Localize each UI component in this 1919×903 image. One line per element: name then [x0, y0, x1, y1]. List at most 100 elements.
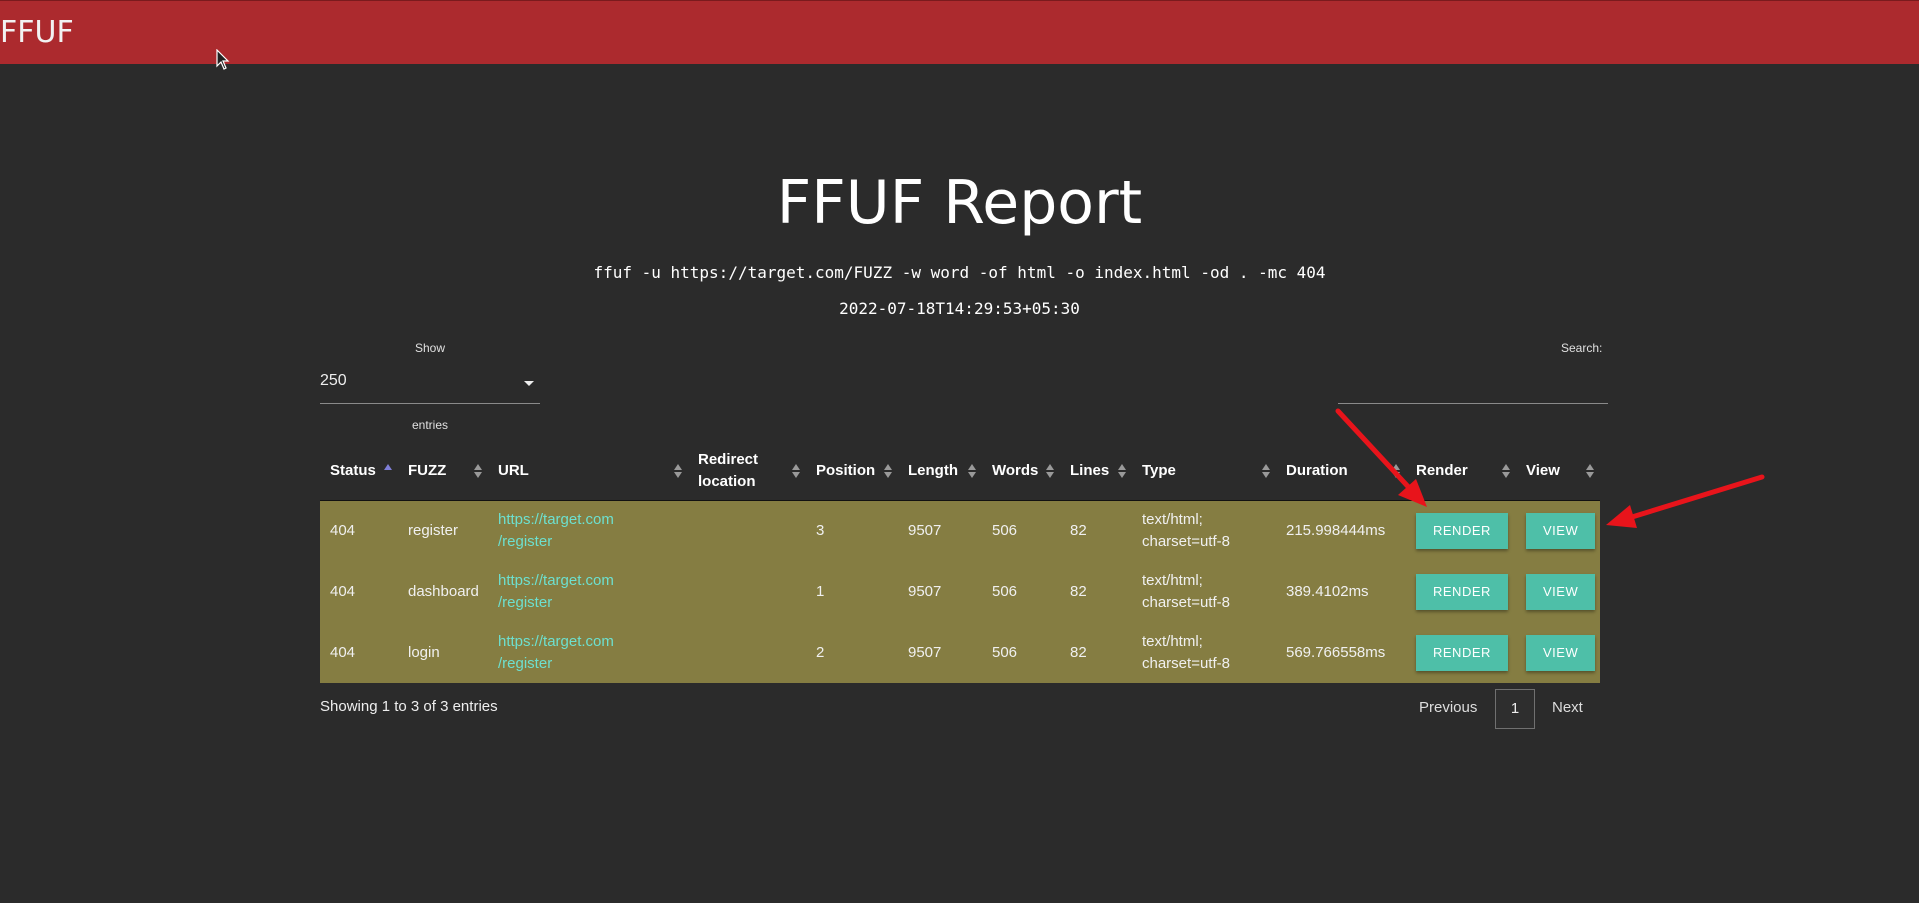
column-header-label: Position — [816, 461, 876, 479]
table-row: 404 dashboard https://target.com/registe… — [320, 561, 1600, 622]
sort-asc-icon — [384, 463, 392, 479]
cell-redirect — [688, 622, 806, 683]
cell-render: RENDER — [1406, 500, 1516, 561]
url-host: https://target.com — [498, 571, 614, 589]
cell-render: RENDER — [1406, 561, 1516, 622]
cell-redirect — [688, 500, 806, 561]
page-1-button[interactable]: 1 — [1495, 689, 1535, 729]
column-header-url[interactable]: URL — [488, 442, 688, 501]
column-header-length[interactable]: Length — [898, 442, 982, 501]
table-row: 404 login https://target.com/register 2 … — [320, 622, 1600, 683]
column-header-lines[interactable]: Lines — [1060, 442, 1132, 501]
entries-per-page-value: 250 — [320, 372, 347, 389]
sort-icon — [1118, 463, 1126, 479]
column-header-label: Render — [1416, 461, 1468, 479]
cell-status: 404 — [330, 643, 356, 661]
cell-fuzz: dashboard — [408, 582, 479, 600]
report-timestamp: 2022-07-18T14:29:53+05:30 — [839, 299, 1080, 318]
column-header-label: Duration — [1286, 461, 1348, 479]
url-host: https://target.com — [498, 510, 614, 528]
url-link[interactable]: https://target.com/register — [498, 511, 614, 550]
page-title: FFUF Report — [776, 168, 1143, 238]
column-header-position[interactable]: Position — [806, 442, 898, 501]
cell-type: text/html; charset=utf-8 — [1132, 500, 1276, 561]
next-page-button[interactable]: Next — [1552, 689, 1583, 727]
cell-url: https://target.com/register — [488, 561, 688, 622]
mouse-cursor-icon — [216, 49, 230, 70]
column-header-words[interactable]: Words — [982, 442, 1060, 501]
sort-icon — [1502, 463, 1510, 479]
column-header-label: Lines — [1070, 461, 1110, 479]
column-header-label: FUZZ — [408, 461, 447, 479]
cell-length: 9507 — [908, 643, 942, 661]
cell-words: 506 — [992, 643, 1018, 661]
url-link[interactable]: https://target.com/register — [498, 633, 614, 672]
render-button[interactable]: RENDER — [1416, 512, 1508, 549]
cell-lines: 82 — [1070, 582, 1087, 600]
column-header-type[interactable]: Type — [1132, 442, 1276, 501]
render-button[interactable]: RENDER — [1416, 573, 1508, 610]
cell-view: VIEW — [1516, 500, 1600, 561]
sort-icon — [1586, 463, 1594, 479]
column-header-fuzz[interactable]: FUZZ — [398, 442, 488, 501]
cell-fuzz: register — [408, 521, 459, 539]
entries-label: entries — [412, 418, 449, 432]
column-header-label: Type — [1142, 461, 1176, 479]
brand-logo-text[interactable]: FFUF — [0, 15, 74, 51]
sort-icon — [884, 463, 892, 479]
render-button[interactable]: RENDER — [1416, 634, 1508, 671]
results-table: Status FUZZ URL Redirect location Positi… — [320, 442, 1600, 683]
column-header-label: Words — [992, 461, 1039, 479]
type-charset: charset=utf-8 — [1142, 593, 1230, 611]
show-label: Show — [415, 341, 446, 355]
cell-status: 404 — [330, 582, 356, 600]
sort-icon — [792, 463, 800, 479]
column-header-status[interactable]: Status — [320, 442, 398, 501]
previous-page-button[interactable]: Previous — [1419, 689, 1477, 727]
sort-icon — [1046, 463, 1054, 479]
cell-view: VIEW — [1516, 561, 1600, 622]
cell-redirect — [688, 561, 806, 622]
cell-type: text/html; charset=utf-8 — [1132, 622, 1276, 683]
cell-position: 1 — [816, 582, 825, 600]
cell-status: 404 — [330, 521, 356, 539]
view-button[interactable]: VIEW — [1526, 512, 1596, 549]
type-charset: charset=utf-8 — [1142, 654, 1230, 672]
type-mime: text/html; — [1142, 632, 1203, 650]
sort-icon — [1392, 463, 1400, 479]
column-header-label: URL — [498, 461, 529, 479]
url-path: /register — [498, 593, 553, 611]
cell-render: RENDER — [1406, 622, 1516, 683]
dropdown-caret-icon — [524, 381, 534, 386]
url-link[interactable]: https://target.com/register — [498, 572, 614, 611]
sort-icon — [1262, 463, 1270, 479]
cell-position: 2 — [816, 643, 825, 661]
search-input[interactable] — [1338, 366, 1608, 404]
table-info: Showing 1 to 3 of 3 entries — [320, 698, 498, 715]
cell-duration: 389.4102ms — [1286, 582, 1369, 600]
cell-view: VIEW — [1516, 622, 1600, 683]
view-button[interactable]: VIEW — [1526, 634, 1596, 671]
view-button[interactable]: VIEW — [1526, 573, 1596, 610]
column-header-duration[interactable]: Duration — [1276, 442, 1406, 501]
cell-lines: 82 — [1070, 521, 1087, 539]
url-path: /register — [498, 532, 553, 550]
cell-words: 506 — [992, 521, 1018, 539]
cell-length: 9507 — [908, 582, 942, 600]
sort-icon — [674, 463, 682, 479]
sort-icon — [474, 463, 482, 479]
column-header-label: Length — [908, 461, 958, 479]
cell-type: text/html; charset=utf-8 — [1132, 561, 1276, 622]
column-header-redirect[interactable]: Redirect location — [688, 442, 806, 501]
entries-per-page-select[interactable]: 250 — [320, 366, 540, 404]
type-mime: text/html; — [1142, 510, 1203, 528]
cell-duration: 569.766558ms — [1286, 643, 1386, 661]
type-charset: charset=utf-8 — [1142, 532, 1230, 550]
column-header-render[interactable]: Render — [1406, 442, 1516, 501]
sort-icon — [968, 463, 976, 479]
column-header-view[interactable]: View — [1516, 442, 1600, 501]
cell-position: 3 — [816, 521, 825, 539]
column-header-label: View — [1526, 461, 1560, 479]
column-header-label: Status — [330, 461, 376, 479]
ffuf-command: ffuf -u https://target.com/FUZZ -w word … — [593, 263, 1326, 282]
